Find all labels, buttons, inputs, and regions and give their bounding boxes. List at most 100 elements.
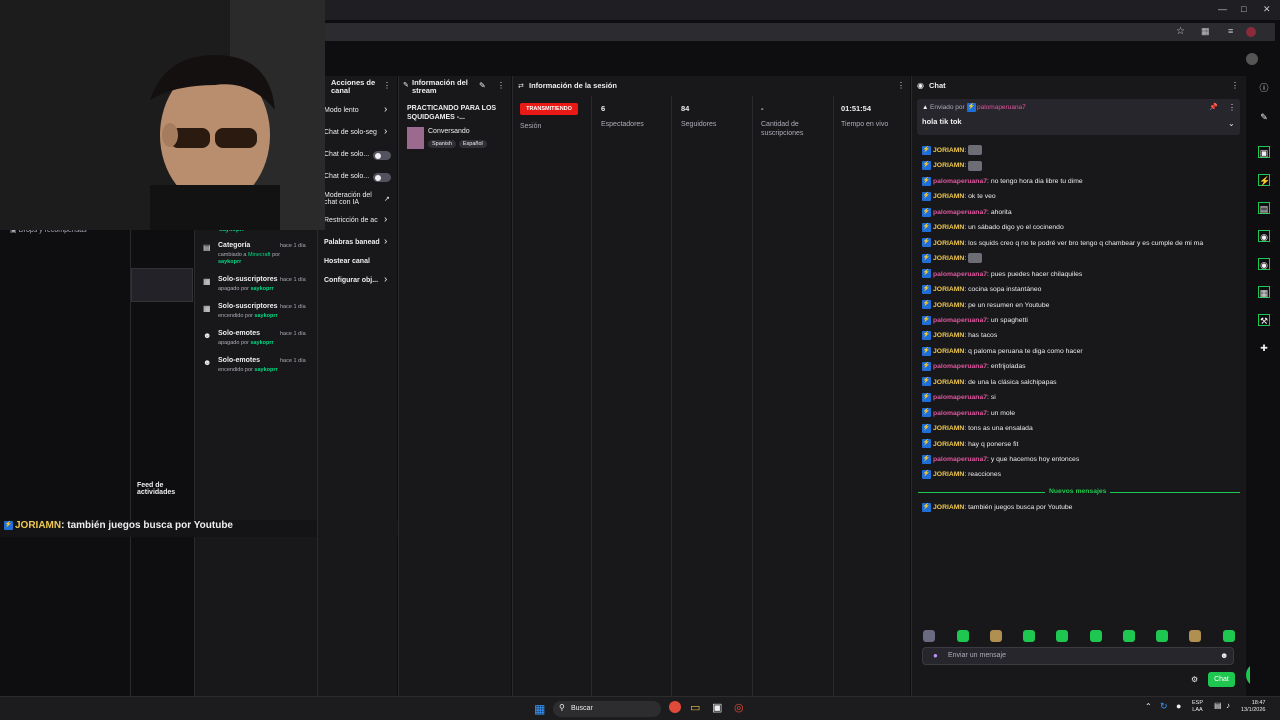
app-icon[interactable]: ◎ bbox=[734, 701, 744, 714]
chat-username[interactable]: JORIAMN bbox=[933, 286, 964, 293]
emote-picker-icon[interactable]: ☻ bbox=[1220, 651, 1228, 660]
document-icon[interactable]: ▤ bbox=[1258, 202, 1270, 214]
bookmark-star-icon[interactable]: ☆ bbox=[1176, 26, 1185, 37]
chat-username[interactable]: JORIAMN bbox=[933, 240, 964, 247]
minimize-icon[interactable]: — bbox=[1218, 4, 1227, 14]
channel-action-item[interactable]: Configurar obj... bbox=[324, 277, 378, 284]
chat-icon[interactable]: ◉ bbox=[1258, 230, 1270, 242]
chat-username[interactable]: palomaperuana7 bbox=[933, 271, 987, 278]
wrench-icon[interactable]: ⚒ bbox=[1258, 314, 1270, 326]
quick-emote-icon[interactable] bbox=[923, 630, 935, 642]
chevron-right-icon[interactable]: › bbox=[384, 274, 387, 285]
chevron-right-icon[interactable]: › bbox=[384, 104, 387, 115]
chat-username[interactable]: JORIAMN bbox=[933, 162, 964, 169]
chat-send-button[interactable]: Chat bbox=[1208, 672, 1235, 687]
toggle-switch[interactable] bbox=[373, 151, 391, 160]
chat-username[interactable]: JORIAMN bbox=[933, 471, 964, 478]
chat-input[interactable]: ● Enviar un mensaje ☻ bbox=[922, 647, 1234, 665]
quick-emote-icon[interactable] bbox=[1023, 630, 1035, 642]
chevron-right-icon[interactable]: › bbox=[384, 126, 387, 137]
stream-tag[interactable]: Español bbox=[458, 140, 487, 148]
info-icon[interactable]: ⓘ bbox=[1258, 82, 1270, 94]
quick-emote-icon[interactable] bbox=[1189, 630, 1201, 642]
quick-emote-icon[interactable] bbox=[957, 630, 969, 642]
chat-username[interactable]: JORIAMN bbox=[933, 441, 964, 448]
add-widget-icon[interactable]: ✚ bbox=[1258, 342, 1270, 354]
quick-emote-icon[interactable] bbox=[1056, 630, 1068, 642]
quick-emote-icon[interactable] bbox=[1090, 630, 1102, 642]
chevron-down-icon[interactable]: ⌄ bbox=[1228, 119, 1235, 128]
more-options-icon[interactable]: ⋮ bbox=[497, 81, 505, 90]
pinned-user[interactable]: palomaperuana7 bbox=[977, 104, 1026, 111]
extensions-icon[interactable]: ▦ bbox=[1201, 26, 1210, 37]
chat-username[interactable]: palomaperuana7 bbox=[933, 394, 987, 401]
unpin-icon[interactable]: 📌 bbox=[1209, 103, 1218, 111]
more-options-icon[interactable]: ⋮ bbox=[1228, 103, 1236, 112]
focus-icon[interactable]: ▣ bbox=[1258, 146, 1270, 158]
chevron-right-icon[interactable]: › bbox=[384, 236, 387, 247]
chrome-icon[interactable] bbox=[669, 701, 681, 713]
toggle-switch[interactable] bbox=[373, 173, 391, 182]
chevron-up-icon[interactable]: ⌃ bbox=[1145, 702, 1152, 711]
chat-username[interactable]: JORIAMN bbox=[933, 379, 964, 386]
volume-icon[interactable]: ♪ bbox=[1226, 701, 1230, 710]
chat-username[interactable]: JORIAMN bbox=[933, 224, 964, 231]
quick-emote-icon[interactable] bbox=[990, 630, 1002, 642]
more-options-icon[interactable]: ⋮ bbox=[1231, 81, 1239, 90]
channel-action-item[interactable]: Modo lento bbox=[324, 107, 359, 114]
quick-emote-icon[interactable] bbox=[1123, 630, 1135, 642]
file-explorer-icon[interactable]: ▭ bbox=[690, 701, 700, 714]
category-name[interactable]: Conversando bbox=[428, 128, 470, 135]
address-bar[interactable] bbox=[325, 23, 1275, 41]
chat-username[interactable]: JORIAMN bbox=[933, 348, 964, 355]
close-icon[interactable]: ✕ bbox=[1263, 4, 1271, 15]
chat-username[interactable]: JORIAMN bbox=[933, 504, 964, 511]
channel-action-item[interactable]: Chat de solo... bbox=[324, 173, 369, 180]
activity-target[interactable]: Minecraft bbox=[248, 252, 271, 258]
sync-icon[interactable]: ↻ bbox=[1160, 701, 1168, 712]
activity-user[interactable]: saykoprr bbox=[250, 340, 273, 346]
chat-username[interactable]: JORIAMN bbox=[933, 193, 964, 200]
activity-user[interactable]: saykoprr bbox=[250, 286, 273, 292]
maximize-icon[interactable]: □ bbox=[1241, 4, 1246, 14]
microphone-icon[interactable]: ● bbox=[933, 651, 938, 660]
media-icon[interactable]: ≡ bbox=[1228, 26, 1233, 36]
activity-user[interactable]: saykoprr bbox=[254, 313, 277, 319]
chat-username[interactable]: palomaperuana7 bbox=[933, 209, 987, 216]
chat-username[interactable]: JORIAMN bbox=[933, 147, 964, 154]
stream-preview-thumbnail[interactable] bbox=[131, 268, 193, 302]
microphone-icon[interactable]: ● bbox=[1176, 701, 1181, 711]
windows-start-icon[interactable]: ▦ bbox=[534, 702, 545, 716]
channel-action-item[interactable]: Moderación del bbox=[324, 192, 372, 199]
more-options-icon[interactable]: ⋮ bbox=[897, 81, 905, 90]
chat-username[interactable]: palomaperuana7 bbox=[933, 363, 987, 370]
channel-action-item[interactable]: Chat de solo... bbox=[324, 151, 369, 158]
layout-icon[interactable]: ▦ bbox=[1258, 286, 1270, 298]
more-options-icon[interactable]: ⋮ bbox=[383, 81, 391, 90]
chat-username[interactable]: palomaperuana7 bbox=[933, 456, 987, 463]
chat-username[interactable]: palomaperuana7 bbox=[933, 178, 987, 185]
app-icon[interactable]: ▣ bbox=[712, 701, 722, 714]
profile-avatar-icon[interactable] bbox=[1246, 27, 1256, 37]
channel-action-item[interactable]: Palabras banead bbox=[324, 239, 380, 246]
lightning-icon[interactable]: ⚡ bbox=[1258, 174, 1270, 186]
taskbar-search[interactable]: ⚲ Buscar bbox=[553, 701, 661, 717]
chat-username[interactable]: palomaperuana7 bbox=[933, 317, 987, 324]
chat-username[interactable]: JORIAMN bbox=[933, 302, 964, 309]
channel-action-item[interactable]: Hostear canal bbox=[324, 258, 370, 265]
broadcast-icon[interactable]: ◉ bbox=[1258, 258, 1270, 270]
user-avatar[interactable] bbox=[1246, 53, 1258, 65]
edit-icon[interactable]: ✎ bbox=[479, 81, 486, 90]
channel-action-item[interactable]: Chat de solo-seg bbox=[324, 129, 377, 136]
stream-tag[interactable]: Spanish bbox=[428, 140, 456, 148]
language-indicator[interactable]: ESP LAA bbox=[1192, 700, 1203, 714]
chat-username[interactable]: JORIAMN bbox=[933, 332, 964, 339]
channel-action-item[interactable]: Restricción de ac bbox=[324, 217, 378, 224]
pencil-icon[interactable]: ✎ bbox=[1258, 111, 1270, 123]
quick-emote-icon[interactable] bbox=[1156, 630, 1168, 642]
activity-user[interactable]: saykoprr bbox=[254, 367, 277, 373]
chat-username[interactable]: JORIAMN bbox=[933, 255, 964, 262]
chat-username[interactable]: palomaperuana7 bbox=[933, 410, 987, 417]
external-link-icon[interactable]: ↗ bbox=[384, 195, 390, 203]
settings-gear-icon[interactable]: ⚙ bbox=[1191, 675, 1198, 684]
